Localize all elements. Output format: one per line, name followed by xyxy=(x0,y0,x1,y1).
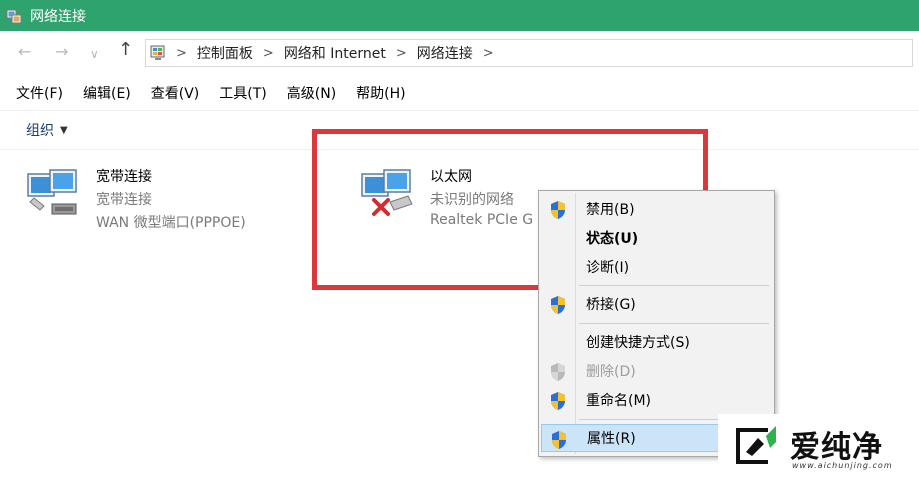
menu-advanced[interactable]: 高级(N) xyxy=(287,83,336,103)
context-item-create-shortcut[interactable]: 创建快捷方式(S) xyxy=(541,328,772,356)
broadband-connection-icon xyxy=(26,166,82,222)
breadcrumb-network-connections[interactable]: 网络连接 xyxy=(417,43,473,63)
control-panel-icon xyxy=(150,44,168,62)
menu-bar: 文件(F) 编辑(E) 查看(V) 工具(T) 高级(N) 帮助(H) xyxy=(0,77,919,109)
breadcrumb-control-panel[interactable]: 控制面板 xyxy=(197,43,253,63)
menu-help[interactable]: 帮助(H) xyxy=(356,83,405,103)
context-item-label: 禁用(B) xyxy=(586,202,635,218)
context-item-label: 属性(R) xyxy=(587,431,636,447)
menu-edit[interactable]: 编辑(E) xyxy=(83,83,131,103)
watermark-text: 爱纯净 xyxy=(790,430,883,465)
uac-shield-icon xyxy=(549,391,567,411)
watermark: 爱纯净 www.aichunjing.com xyxy=(718,414,919,477)
menu-view[interactable]: 查看(V) xyxy=(151,83,200,103)
window-title: 网络连接 xyxy=(30,8,86,25)
menu-separator xyxy=(579,323,769,324)
breadcrumb-network-internet[interactable]: 网络和 Internet xyxy=(284,43,386,63)
context-item-diagnose[interactable]: 诊断(I) xyxy=(541,253,772,281)
breadcrumb-separator: > xyxy=(262,45,274,61)
context-item-label: 桥接(G) xyxy=(586,297,636,313)
context-item-label: 诊断(I) xyxy=(586,260,630,276)
network-connections-icon xyxy=(6,8,22,24)
menu-file[interactable]: 文件(F) xyxy=(16,83,63,103)
breadcrumb-separator: > xyxy=(395,45,407,61)
context-item-label: 重命名(M) xyxy=(586,393,652,409)
context-item-delete[interactable]: 删除(D) xyxy=(541,357,772,385)
menu-tools[interactable]: 工具(T) xyxy=(219,83,266,103)
title-bar: 网络连接 xyxy=(0,0,919,31)
uac-shield-icon xyxy=(550,430,568,450)
connection-device: WAN 微型端口(PPPOE) xyxy=(96,215,246,231)
context-item-rename[interactable]: 重命名(M) xyxy=(541,386,772,414)
context-item-disable[interactable]: 禁用(B) xyxy=(541,195,772,223)
forward-button[interactable]: → xyxy=(55,42,68,62)
uac-shield-icon xyxy=(549,295,567,315)
context-item-bridge[interactable]: 桥接(G) xyxy=(541,290,772,318)
watermark-logo-icon xyxy=(732,422,780,470)
breadcrumb-separator: > xyxy=(482,45,494,61)
context-item-status[interactable]: 状态(U) xyxy=(541,224,772,252)
address-row: ← → ∨ ↑ > 控制面板 > 网络和 Internet > 网络连接 > xyxy=(0,31,919,75)
menu-separator xyxy=(579,285,769,286)
connection-name: 宽带连接 xyxy=(96,169,152,185)
organize-dropdown-icon[interactable]: ▼ xyxy=(60,125,68,136)
up-button[interactable]: ↑ xyxy=(118,40,133,60)
recent-locations-button[interactable]: ∨ xyxy=(90,44,99,64)
uac-shield-disabled-icon xyxy=(549,362,567,382)
watermark-url: www.aichunjing.com xyxy=(792,461,893,470)
context-item-label: 删除(D) xyxy=(586,364,636,380)
breadcrumb-separator: > xyxy=(176,45,187,61)
context-item-label: 创建快捷方式(S) xyxy=(586,335,690,351)
address-bar[interactable]: > 控制面板 > 网络和 Internet > 网络连接 > xyxy=(145,39,913,67)
context-item-label: 状态(U) xyxy=(586,231,639,247)
back-button[interactable]: ← xyxy=(18,42,31,62)
organize-button[interactable]: 组织 xyxy=(26,120,54,140)
uac-shield-icon xyxy=(549,200,567,220)
connection-status: 宽带连接 xyxy=(96,192,152,208)
connection-item-broadband[interactable]: 宽带连接 宽带连接 WAN 微型端口(PPPOE) xyxy=(26,166,286,232)
